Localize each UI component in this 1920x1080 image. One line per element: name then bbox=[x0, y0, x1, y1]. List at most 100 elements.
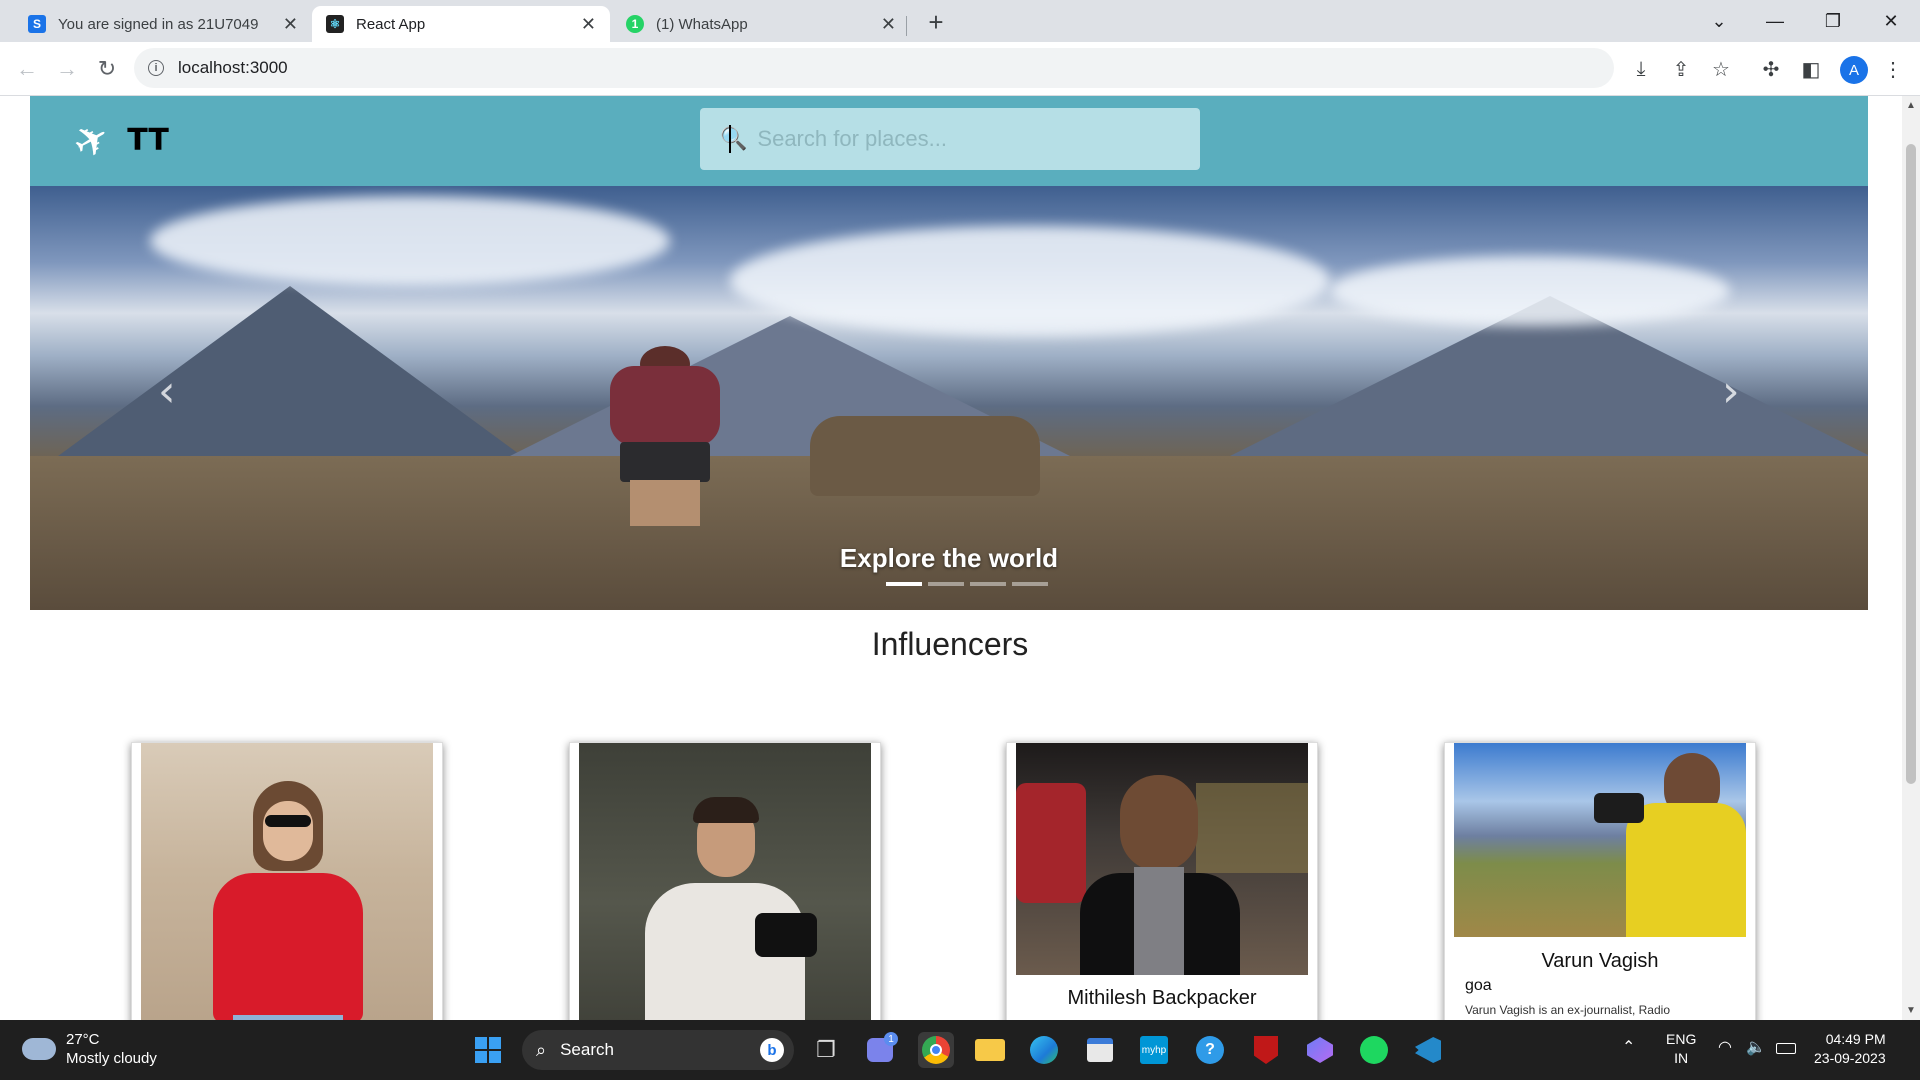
stone-cairn bbox=[810, 416, 1040, 496]
hero-carousel: ‹ › Explore the world bbox=[30, 186, 1868, 610]
react-favicon-icon: ⚛ bbox=[326, 15, 344, 33]
teams-chat-icon[interactable]: 1 bbox=[862, 1032, 898, 1068]
start-button[interactable] bbox=[470, 1032, 506, 1068]
edge-icon[interactable] bbox=[1026, 1032, 1062, 1068]
back-button[interactable]: ← bbox=[12, 54, 42, 84]
bing-icon[interactable]: b bbox=[760, 1038, 784, 1062]
tab-whatsapp[interactable]: 1 (1) WhatsApp ✕ bbox=[612, 6, 910, 42]
new-tab-button[interactable]: + bbox=[920, 6, 952, 38]
minimize-button[interactable]: — bbox=[1750, 4, 1800, 38]
train-shape bbox=[1016, 783, 1086, 903]
tab-search-chevron-icon[interactable]: ⌄ bbox=[1694, 4, 1744, 38]
tab-title: (1) WhatsApp bbox=[656, 15, 748, 33]
task-view-icon[interactable]: ❐ bbox=[808, 1032, 844, 1068]
brand-name: TT bbox=[127, 123, 169, 158]
site-info-icon[interactable]: i bbox=[148, 60, 164, 76]
share-icon[interactable]: ⇪ bbox=[1668, 56, 1694, 82]
influencer-photo bbox=[1454, 743, 1746, 937]
influencers-heading: Influencers bbox=[871, 626, 1029, 662]
carousel-indicators bbox=[886, 582, 1048, 586]
bookmark-star-icon[interactable]: ☆ bbox=[1708, 56, 1734, 82]
influencer-photo bbox=[141, 743, 433, 1020]
mcafee-icon[interactable] bbox=[1248, 1032, 1284, 1068]
carousel-indicator[interactable] bbox=[928, 582, 964, 586]
scrollbar-thumb[interactable] bbox=[1906, 144, 1916, 784]
influencer-card[interactable] bbox=[569, 742, 881, 1020]
close-tab-icon[interactable]: ✕ bbox=[581, 14, 596, 35]
get-help-icon[interactable]: ? bbox=[1192, 1032, 1228, 1068]
chrome-taskbar-icon[interactable] bbox=[918, 1032, 954, 1068]
chrome-menu-icon[interactable]: ⋮ bbox=[1880, 56, 1906, 82]
windows-logo-icon bbox=[475, 1037, 501, 1063]
weather-temperature: 27°C bbox=[66, 1031, 100, 1048]
scroll-down-icon[interactable]: ▼ bbox=[1906, 1005, 1916, 1016]
red-sweater-shape bbox=[213, 873, 363, 1020]
copilot-icon[interactable] bbox=[1302, 1032, 1338, 1068]
brand-logo[interactable]: ✈ TT bbox=[65, 111, 169, 169]
file-explorer-icon[interactable] bbox=[972, 1032, 1008, 1068]
carousel-indicator[interactable] bbox=[1012, 582, 1048, 586]
influencer-card[interactable] bbox=[131, 742, 443, 1020]
address-bar[interactable]: i localhost:3000 bbox=[134, 48, 1614, 88]
windows-taskbar: 27°C Mostly cloudy ⌕ Search b ❐ 1 myhp ?… bbox=[0, 1020, 1920, 1080]
cloud-shape bbox=[730, 226, 1330, 336]
scarf-shape bbox=[1134, 867, 1184, 975]
influencer-card[interactable]: Mithilesh Backpacker bbox=[1006, 742, 1318, 1020]
vscode-icon[interactable] bbox=[1410, 1032, 1446, 1068]
reload-button[interactable]: ↻ bbox=[92, 54, 122, 84]
influencer-photo bbox=[579, 743, 871, 1020]
wifi-icon[interactable]: ◠ bbox=[1718, 1038, 1732, 1057]
weather-widget[interactable]: 27°C Mostly cloudy bbox=[22, 1030, 157, 1068]
tab-title: You are signed in as 21U7049 bbox=[58, 15, 259, 33]
carousel-caption: Explore the world bbox=[839, 543, 1059, 573]
carousel-indicator[interactable] bbox=[886, 582, 922, 586]
hiker-figure bbox=[590, 346, 740, 526]
myhp-icon[interactable]: myhp bbox=[1136, 1032, 1172, 1068]
carousel-next-button[interactable]: › bbox=[1722, 366, 1740, 417]
site-navbar: ✈ TT 🔍 bbox=[30, 96, 1868, 186]
extensions-puzzle-icon[interactable]: ✣ bbox=[1758, 56, 1784, 82]
tab-signed-in[interactable]: S You are signed in as 21U7049 ✕ bbox=[14, 6, 312, 42]
influencer-name: Varun Vagish bbox=[1541, 950, 1659, 972]
cloud-shape bbox=[150, 196, 670, 286]
restore-button[interactable]: ❐ bbox=[1808, 4, 1858, 38]
page-viewport: ✈ TT 🔍 ‹ › Explore the world bbox=[0, 96, 1920, 1020]
notification-badge: 1 bbox=[884, 1032, 898, 1046]
carousel-indicator[interactable] bbox=[970, 582, 1006, 586]
carousel-prev-button[interactable]: ‹ bbox=[158, 366, 176, 417]
profile-avatar[interactable]: A bbox=[1840, 56, 1868, 84]
language-indicator[interactable]: ENG IN bbox=[1666, 1030, 1696, 1068]
system-clock[interactable]: 04:49 PM 23-09-2023 bbox=[1814, 1030, 1886, 1068]
volume-icon[interactable]: 🔈 bbox=[1746, 1038, 1766, 1057]
show-hidden-icons-chevron-icon[interactable]: ⌃ bbox=[1622, 1038, 1635, 1057]
side-panel-icon[interactable]: ◧ bbox=[1798, 56, 1824, 82]
sharepoint-favicon-icon: S bbox=[28, 15, 46, 33]
search-icon: 🔍 bbox=[720, 126, 748, 151]
influencer-photo bbox=[1016, 743, 1308, 975]
influencer-location: goa bbox=[1465, 977, 1492, 994]
taskbar-search-label: Search bbox=[560, 1040, 614, 1059]
scroll-up-icon[interactable]: ▲ bbox=[1906, 100, 1916, 111]
search-icon: ⌕ bbox=[536, 1039, 547, 1060]
battery-icon[interactable] bbox=[1776, 1040, 1796, 1059]
influencer-name: Mithilesh Backpacker bbox=[1067, 987, 1257, 1009]
taskbar-search[interactable]: ⌕ Search b bbox=[522, 1030, 794, 1070]
install-app-icon[interactable]: ⤓ bbox=[1628, 56, 1654, 82]
influencer-card[interactable]: Varun Vagish goa Varun Vagish is an ex-j… bbox=[1444, 742, 1756, 1020]
forward-button[interactable]: → bbox=[52, 54, 82, 84]
weather-condition: Mostly cloudy bbox=[66, 1050, 157, 1067]
place-search-input[interactable] bbox=[757, 126, 1178, 152]
place-search[interactable]: 🔍 bbox=[700, 108, 1200, 170]
page-scrollbar[interactable]: ▲ ▼ bbox=[1902, 96, 1920, 1020]
yellow-jacket-shape bbox=[1626, 803, 1746, 937]
close-window-button[interactable]: ✕ bbox=[1866, 4, 1916, 38]
close-tab-icon[interactable]: ✕ bbox=[283, 14, 298, 35]
tab-title: React App bbox=[356, 15, 426, 33]
camera-shape bbox=[755, 913, 817, 957]
browser-tab-strip: S You are signed in as 21U7049 ✕ ⚛ React… bbox=[0, 0, 1920, 42]
spotify-icon[interactable] bbox=[1356, 1032, 1392, 1068]
influencer-description: Varun Vagish is an ex-journalist, Radio bbox=[1465, 1003, 1670, 1017]
tab-react-app[interactable]: ⚛ React App ✕ bbox=[312, 6, 610, 42]
close-tab-icon[interactable]: ✕ bbox=[881, 14, 896, 35]
microsoft-store-icon[interactable] bbox=[1082, 1032, 1118, 1068]
